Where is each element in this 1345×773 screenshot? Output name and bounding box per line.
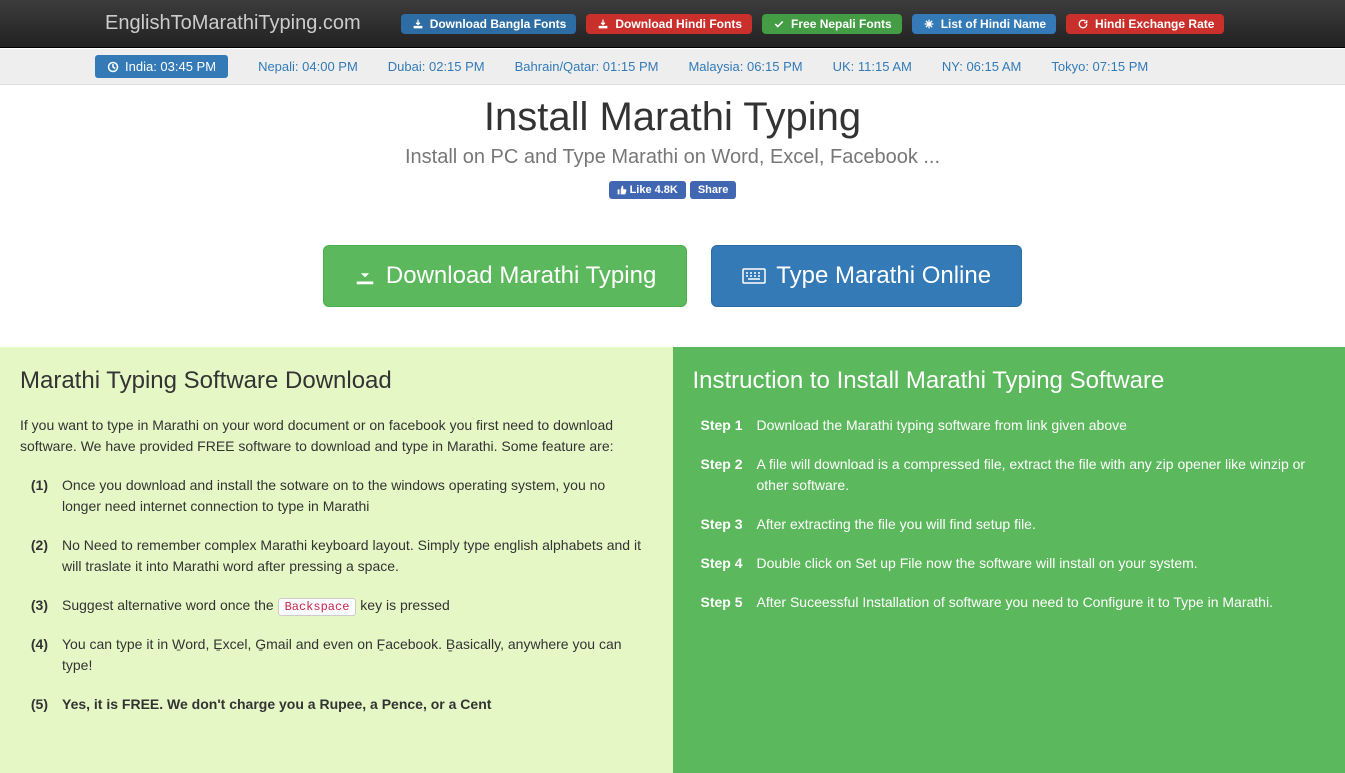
feature-number: (1) [20, 475, 48, 517]
step-item: Step 2 A file will download is a compress… [693, 454, 1316, 496]
asterisk-icon [922, 17, 936, 31]
feature-text: No Need to remember complex Marathi keyb… [62, 535, 643, 577]
feature-item: (5) Yes, it is FREE. We don't charge you … [20, 694, 643, 715]
feature-number: (4) [20, 634, 48, 676]
india-time-badge: India: 03:45 PM [95, 55, 228, 78]
steps-list: Step 1 Download the Marathi typing softwa… [693, 415, 1316, 613]
step-label: Step 1 [693, 415, 743, 436]
download-intro: If you want to type in Marathi on your w… [20, 415, 643, 457]
step-label: Step 3 [693, 514, 743, 535]
step-label: Step 5 [693, 592, 743, 613]
site-brand[interactable]: EnglishToMarathiTyping.com [105, 12, 361, 35]
timezone-item: Nepali: 04:00 PM [258, 55, 358, 78]
timezone-item: Dubai: 02:15 PM [388, 55, 485, 78]
feature-item: (1) Once you download and install the sot… [20, 475, 643, 517]
refresh-icon [1076, 17, 1090, 31]
instructions-heading: Instruction to Install Marathi Typing So… [693, 367, 1316, 395]
clock-icon [107, 61, 119, 73]
hero-buttons: Download Marathi Typing Type Marathi Onl… [20, 245, 1325, 307]
download-marathi-typing-button[interactable]: Download Marathi Typing [323, 245, 687, 307]
social-buttons: Like 4.8K Share [609, 181, 737, 199]
content-columns: Marathi Typing Software Download If you … [0, 347, 1345, 773]
feature-text: Suggest alternative word once the Backsp… [62, 595, 450, 616]
timezone-item: UK: 11:15 AM [833, 55, 912, 78]
top-navbar: EnglishToMarathiTyping.com Download Bang… [0, 0, 1345, 48]
feature-item: (3) Suggest alternative word once the Bac… [20, 595, 643, 616]
step-label: Step 4 [693, 553, 743, 574]
step-text: A file will download is a compressed fil… [757, 454, 1316, 496]
hero-section: Install Marathi Typing Install on PC and… [0, 85, 1345, 347]
feature-text: Once you download and install the sotwar… [62, 475, 643, 517]
timezone-item: Tokyo: 07:15 PM [1051, 55, 1148, 78]
step-item: Step 5 After Suceessful Installation of s… [693, 592, 1316, 613]
page-title: Install Marathi Typing [20, 95, 1325, 140]
nav-pill-container: Download Bangla Fonts Download Hindi Font… [401, 14, 1225, 34]
backspace-key: Backspace [278, 598, 357, 616]
download-icon [411, 17, 425, 31]
time-bar: India: 03:45 PM Nepali: 04:00 PM Dubai: 0… [0, 48, 1345, 85]
feature-number: (2) [20, 535, 48, 577]
feature-text: You can type it in W̱ord, E̱xcel, G̱mail… [62, 634, 643, 676]
timezone-item: NY: 06:15 AM [942, 55, 1022, 78]
step-item: Step 3 After extracting the file you will… [693, 514, 1316, 535]
india-time-text: India: 03:45 PM [125, 59, 216, 74]
feature-number: (5) [20, 694, 48, 715]
instructions-panel: Instruction to Install Marathi Typing So… [673, 347, 1345, 773]
step-text: After Suceessful Installation of softwar… [757, 592, 1273, 613]
step-text: After extracting the file you will find … [757, 514, 1036, 535]
thumbs-up-icon [617, 185, 627, 195]
download-heading: Marathi Typing Software Download [20, 367, 643, 395]
facebook-like-button[interactable]: Like 4.8K [609, 181, 686, 199]
step-label: Step 2 [693, 454, 743, 496]
timezone-item: Bahrain/Qatar: 01:15 PM [515, 55, 659, 78]
feature-item: (4) You can type it in W̱ord, E̱xcel, G̱m… [20, 634, 643, 676]
nav-link-hindi-exchange-rate[interactable]: Hindi Exchange Rate [1066, 14, 1224, 34]
step-text: Double click on Set up File now the soft… [757, 553, 1198, 574]
type-marathi-online-button[interactable]: Type Marathi Online [711, 245, 1022, 307]
step-item: Step 1 Download the Marathi typing softwa… [693, 415, 1316, 436]
facebook-share-button[interactable]: Share [690, 181, 737, 199]
download-icon [596, 17, 610, 31]
download-icon [354, 265, 376, 287]
features-list: (1) Once you download and install the sot… [20, 475, 643, 715]
nav-link-download-bangla-fonts[interactable]: Download Bangla Fonts [401, 14, 577, 34]
download-info-panel: Marathi Typing Software Download If you … [0, 347, 673, 773]
feature-number: (3) [20, 595, 48, 616]
nav-link-download-hindi-fonts[interactable]: Download Hindi Fonts [586, 14, 752, 34]
keyboard-icon [742, 267, 766, 285]
feature-item: (2) No Need to remember complex Marathi k… [20, 535, 643, 577]
check-icon [772, 17, 786, 31]
nav-link-list-of-hindi-name[interactable]: List of Hindi Name [912, 14, 1056, 34]
nav-link-free-nepali-fonts[interactable]: Free Nepali Fonts [762, 14, 902, 34]
page-subtitle: Install on PC and Type Marathi on Word, … [20, 146, 1325, 169]
feature-text: Yes, it is FREE. We don't charge you a R… [62, 694, 491, 715]
timezone-item: Malaysia: 06:15 PM [688, 55, 802, 78]
step-item: Step 4 Double click on Set up File now th… [693, 553, 1316, 574]
step-text: Download the Marathi typing software fro… [757, 415, 1127, 436]
